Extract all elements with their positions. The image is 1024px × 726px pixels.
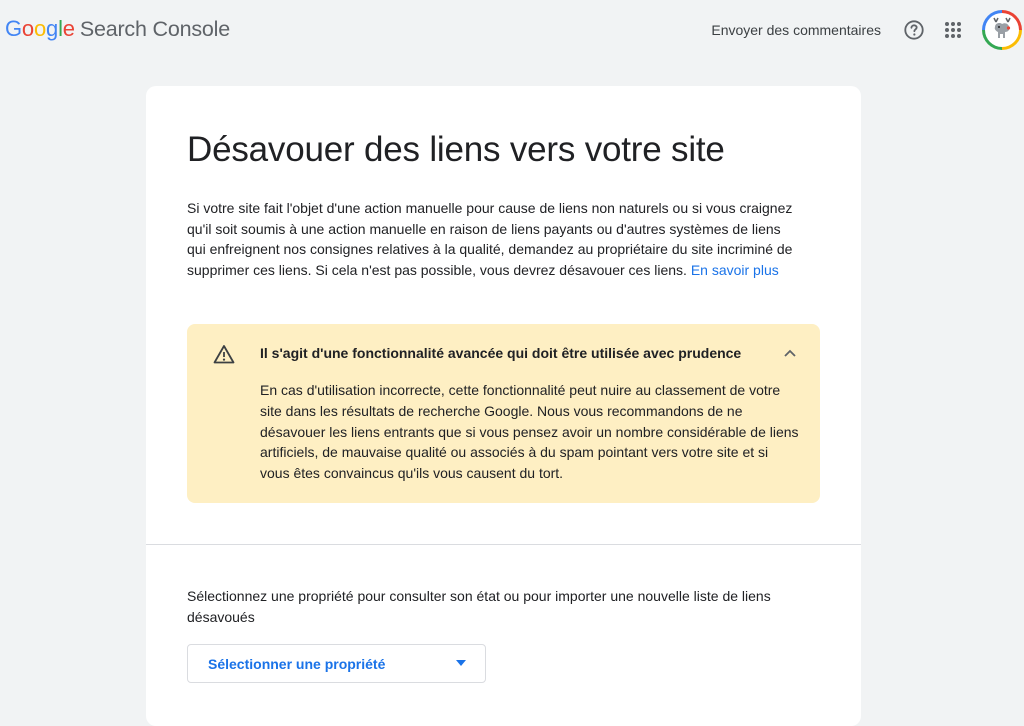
brand-letter: g <box>46 16 59 41</box>
warning-title: Il s'agit d'une fonctionnalité avancée q… <box>260 345 742 361</box>
reindeer-avatar-icon <box>993 17 1011 38</box>
top-bar: Google Search Console Envoyer des commen… <box>0 0 1024 60</box>
help-icon[interactable] <box>902 18 926 42</box>
avatar-image <box>985 13 1019 47</box>
brand-letter: G <box>5 16 22 41</box>
send-feedback-link[interactable]: Envoyer des commentaires <box>711 22 881 38</box>
google-search-console-logo[interactable]: Google Search Console <box>5 16 230 42</box>
learn-more-link[interactable]: En savoir plus <box>691 262 779 278</box>
disavow-card: Désavouer des liens vers votre site Si v… <box>146 86 861 726</box>
header-actions: Envoyer des commentaires <box>711 0 1024 60</box>
dropdown-arrow-icon <box>456 660 466 666</box>
select-property-dropdown[interactable]: Sélectionner une propriété <box>187 644 486 683</box>
warning-body: En cas d'utilisation incorrecte, cette f… <box>260 382 799 482</box>
warning-icon <box>213 345 235 364</box>
advanced-feature-warning: Il s'agit d'une fonctionnalité avancée q… <box>187 324 820 503</box>
brand-letter: e <box>62 16 75 41</box>
google-wordmark: Google <box>5 16 75 42</box>
apps-grid-icon[interactable] <box>941 18 965 42</box>
brand-letter: o <box>21 16 34 41</box>
section-divider <box>146 544 861 545</box>
product-name: Search Console <box>79 17 230 41</box>
select-property-label: Sélectionner une propriété <box>208 655 386 672</box>
account-avatar[interactable] <box>982 10 1022 50</box>
property-selector-description: Sélectionnez une propriété pour consulte… <box>187 588 771 625</box>
brand-letter: o <box>33 16 47 41</box>
intro-paragraph: Si votre site fait l'objet d'une action … <box>187 198 802 280</box>
chevron-up-icon[interactable] <box>783 346 797 360</box>
page-title: Désavouer des liens vers votre site <box>187 130 725 169</box>
